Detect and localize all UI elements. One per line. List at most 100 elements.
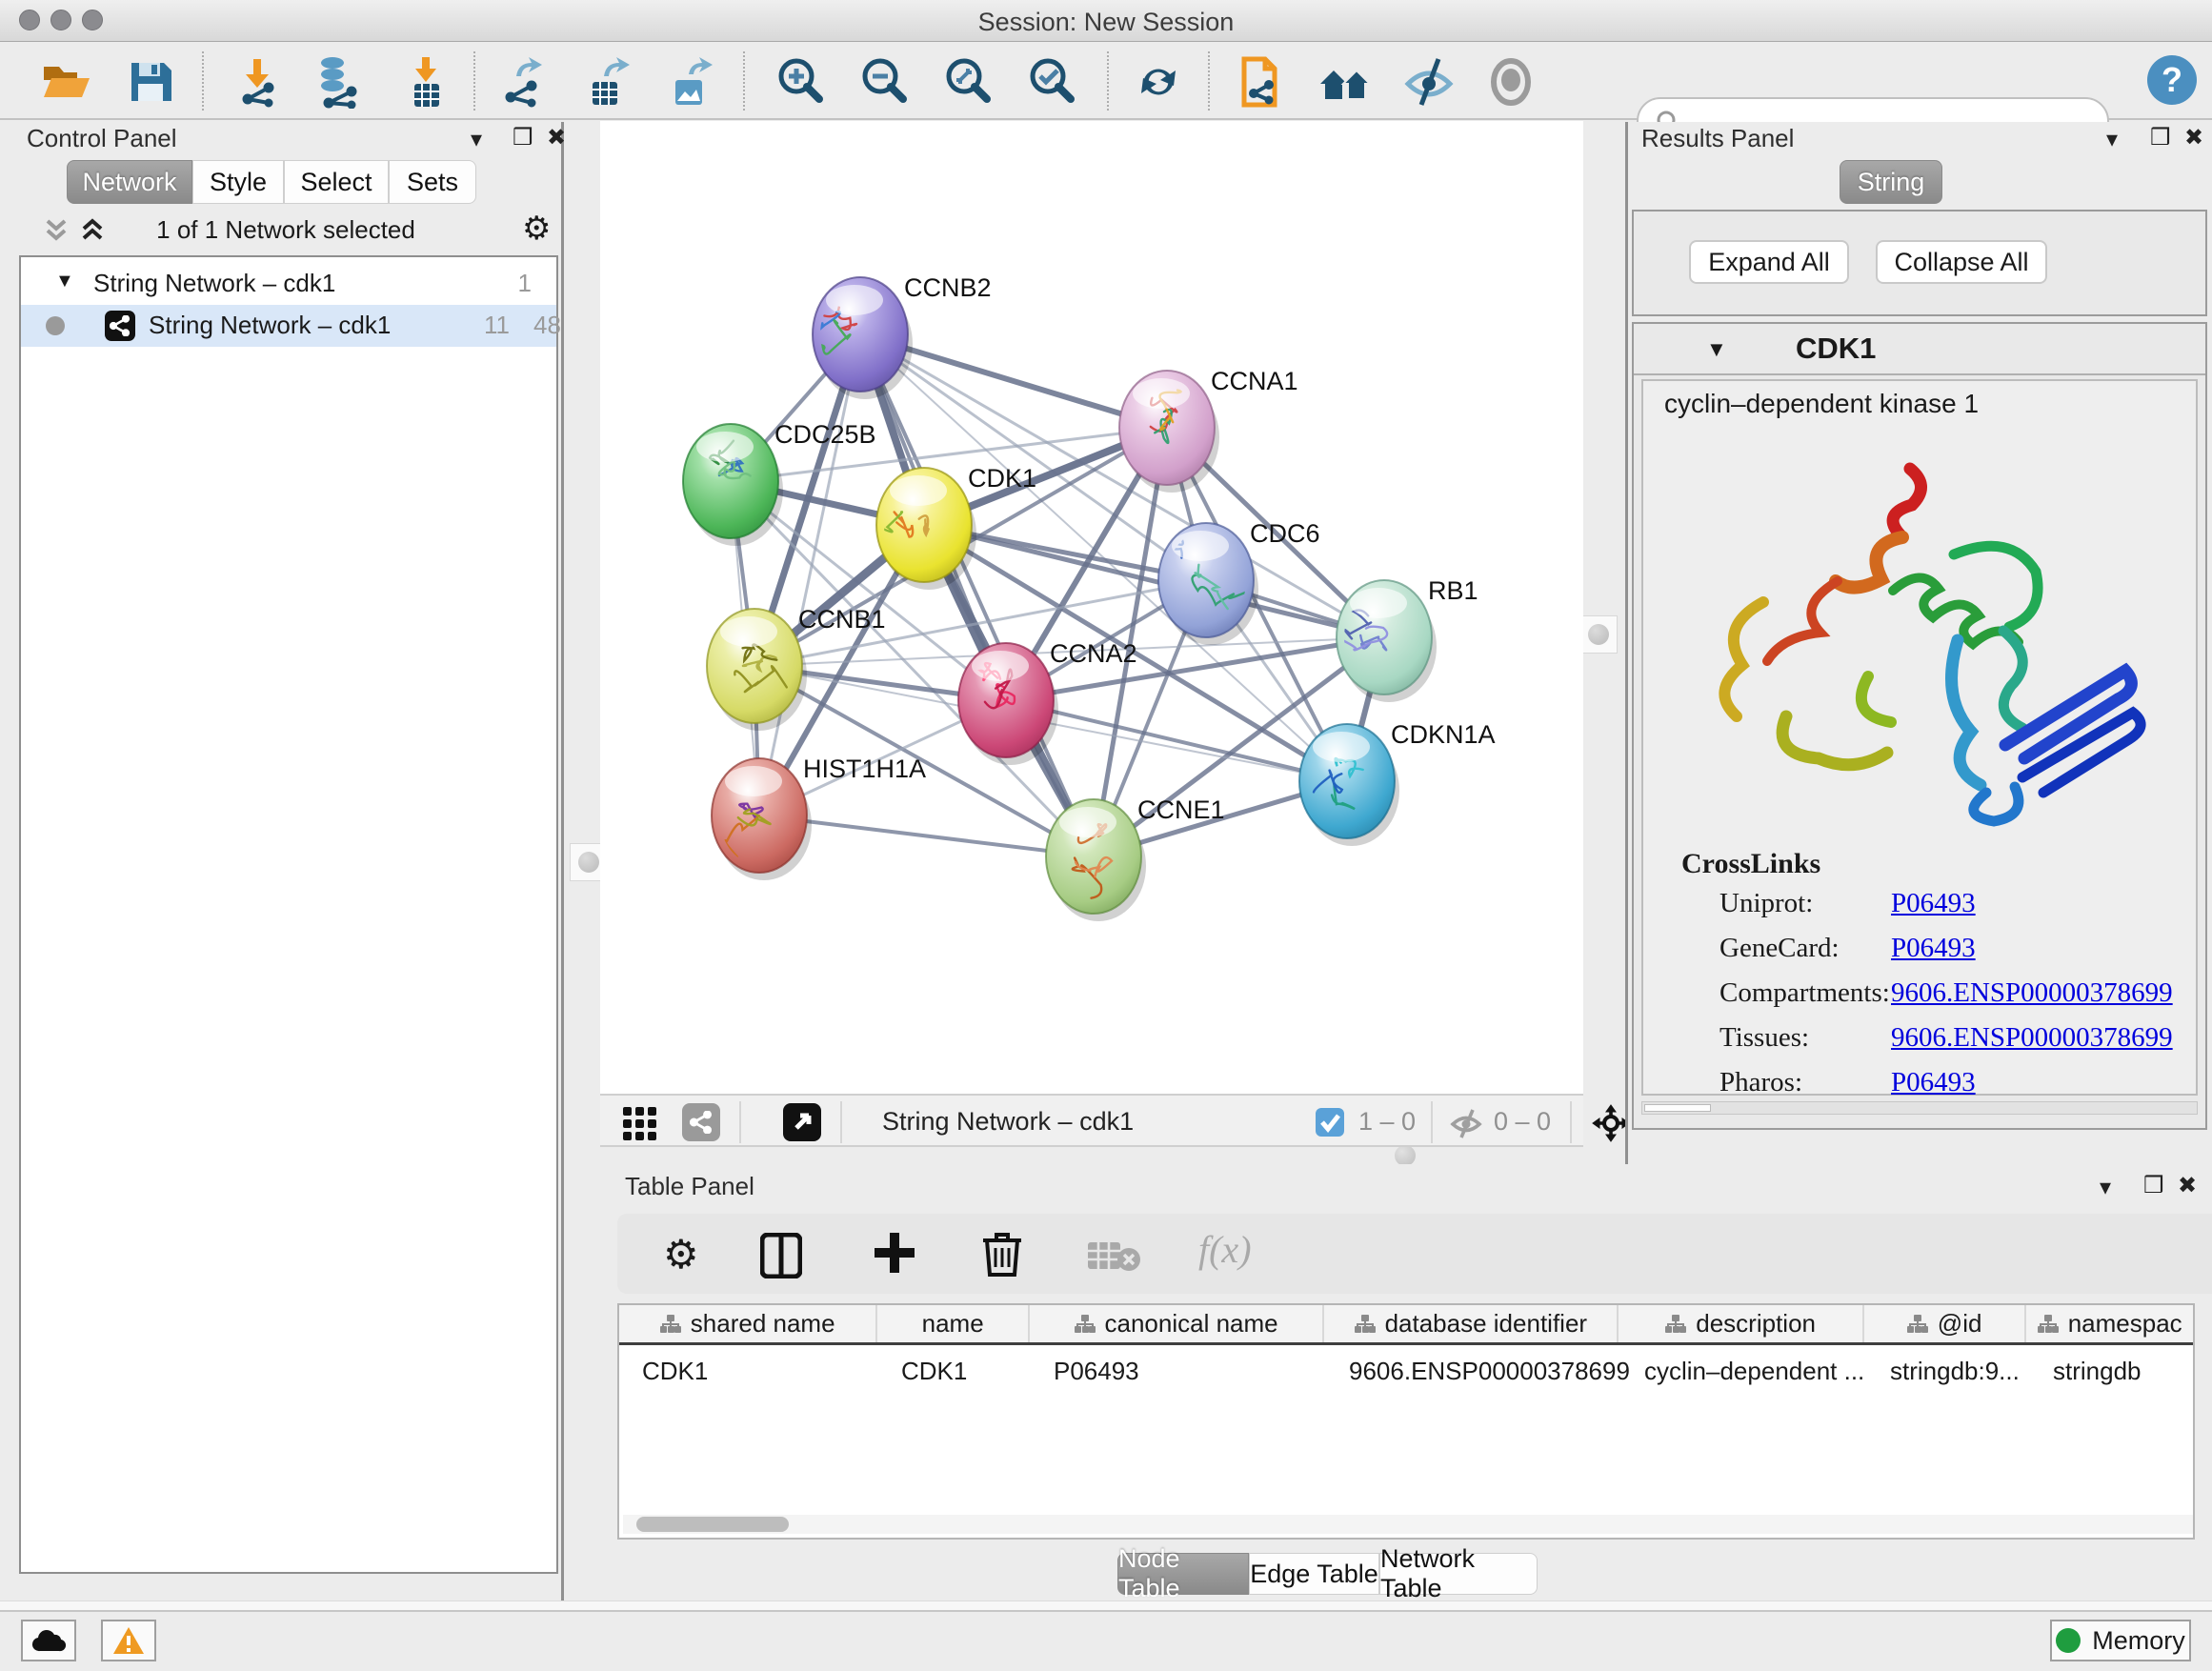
column-type-icon (1355, 1315, 1376, 1334)
tab-sets[interactable]: Sets (389, 160, 476, 204)
control-panel-float-icon[interactable]: ❒ (513, 124, 533, 151)
tab-edge-table[interactable]: Edge Table (1249, 1553, 1379, 1595)
show-columns-icon[interactable] (760, 1233, 802, 1278)
crosslink-link[interactable]: P06493 (1891, 888, 1976, 919)
delete-table-icon[interactable] (1088, 1238, 1141, 1273)
network-share-icon[interactable] (682, 1103, 720, 1141)
crosslink-link[interactable]: 9606.ENSP00000378699 (1891, 1022, 2173, 1054)
open-in-new-window-icon[interactable] (783, 1103, 821, 1141)
collection-count: 1 (518, 269, 532, 298)
collapse-all-networks-icon[interactable] (42, 215, 70, 244)
import-network-icon[interactable] (232, 55, 286, 109)
network-node-ccnb2[interactable]: CCNB2 (806, 273, 991, 399)
column-header[interactable]: shared name (619, 1305, 877, 1342)
node-label: HIST1H1A (803, 755, 926, 783)
column-header[interactable]: name (877, 1305, 1030, 1342)
network-node-rb1[interactable]: RB1 (1336, 576, 1478, 702)
network-collection-row[interactable]: ▼ String Network – cdk1 1 (21, 263, 556, 305)
table-panel-float-icon[interactable]: ❒ (2143, 1172, 2164, 1199)
bottom-splitter-grip[interactable] (1395, 1145, 1416, 1166)
network-node-ccne1[interactable]: CCNE1 (1046, 795, 1225, 921)
table-settings-gear-icon[interactable]: ⚙ (663, 1231, 699, 1278)
table-panel-close-icon[interactable]: ✖ (2178, 1172, 2197, 1199)
zoom-selected-icon[interactable] (1025, 55, 1078, 109)
network-node-hist1h1a[interactable]: HIST1H1A (712, 755, 926, 880)
import-network-database-icon[interactable] (312, 55, 365, 109)
network-view-title: String Network – cdk1 (882, 1107, 1134, 1137)
column-header[interactable]: namespac (2026, 1305, 2193, 1342)
crosslink-link[interactable]: 9606.ENSP00000378699 (1891, 977, 2173, 1009)
collapse-all-button[interactable]: Collapse All (1876, 240, 2047, 284)
zoom-out-icon[interactable] (857, 55, 911, 109)
export-image-icon[interactable] (664, 55, 717, 109)
results-scrollbar-thumb[interactable] (1644, 1104, 1711, 1112)
network-node-cdc6[interactable]: CDC6 (1158, 519, 1320, 645)
network-node-cdk1[interactable]: CDK1 (866, 464, 1036, 590)
expand-all-button[interactable]: Expand All (1689, 240, 1849, 284)
refresh-icon[interactable] (1132, 55, 1185, 109)
create-column-plus-icon[interactable] (873, 1231, 916, 1275)
zoom-in-icon[interactable] (774, 55, 827, 109)
crosslink-link[interactable]: P06493 (1891, 1067, 1976, 1098)
tab-style[interactable]: Style (192, 160, 284, 204)
export-table-icon[interactable] (581, 55, 634, 109)
right-splitter-grip[interactable] (1579, 615, 1618, 654)
network-options-gear-icon[interactable]: ⚙ (522, 210, 551, 248)
network-canvas[interactable]: CCNB2CCNA1CDC25BCDK1CDC6RB1CCNB1CCNA2CDK… (600, 121, 1583, 1094)
table-horizontal-scrollbar[interactable] (623, 1515, 2193, 1534)
hide-panel-eye-icon[interactable] (1402, 55, 1456, 109)
column-header[interactable]: description (1619, 1305, 1863, 1342)
results-panel-menu-icon[interactable]: ▾ (2106, 126, 2118, 153)
network-node-ccnb1[interactable]: CCNB1 (707, 605, 886, 731)
network-row-selected[interactable]: String Network – cdk1 11 48 (21, 305, 556, 347)
warning-icon (112, 1626, 145, 1655)
window-title: Session: New Session (0, 8, 2212, 37)
table-scrollbar-thumb[interactable] (636, 1517, 789, 1532)
column-header[interactable]: @id (1864, 1305, 2027, 1342)
control-panel-title: Control Panel (27, 124, 177, 153)
save-session-icon[interactable] (124, 55, 177, 109)
memory-button[interactable]: Memory (2050, 1620, 2191, 1661)
zoom-fit-icon[interactable] (941, 55, 995, 109)
string-network-graph[interactable]: CCNB2CCNA1CDC25BCDK1CDC6RB1CCNB1CCNA2CDK… (600, 121, 1583, 1094)
title-bar: Session: New Session (0, 0, 2212, 42)
crosslink-link[interactable]: P06493 (1891, 933, 1976, 964)
results-horizontal-scrollbar[interactable] (1641, 1101, 2198, 1115)
cloud-button[interactable] (21, 1620, 76, 1661)
warning-button[interactable] (101, 1620, 156, 1661)
export-network-icon[interactable] (497, 55, 551, 109)
collection-label: String Network – cdk1 (93, 269, 335, 298)
selected-checkbox-icon[interactable] (1315, 1107, 1345, 1137)
expand-all-networks-icon[interactable] (78, 215, 107, 244)
tab-network-table[interactable]: Network Table (1379, 1553, 1538, 1595)
network-node-cdkn1a[interactable]: CDKN1A (1299, 720, 1496, 846)
show-panel-eye-icon[interactable] (1484, 55, 1538, 109)
import-table-icon[interactable] (399, 55, 452, 109)
cdk1-collapse-icon[interactable]: ▼ (1706, 337, 1727, 362)
delete-column-trash-icon[interactable] (981, 1229, 1023, 1277)
open-session-icon[interactable] (40, 55, 93, 109)
network-node-cdc25b[interactable]: CDC25B (683, 420, 876, 546)
function-builder-icon[interactable]: f(x) (1198, 1227, 1252, 1272)
help-icon[interactable]: ? (2143, 51, 2197, 105)
string-import-icon[interactable] (1235, 55, 1288, 109)
column-header[interactable]: canonical name (1030, 1305, 1324, 1342)
column-type-icon (1907, 1315, 1928, 1334)
results-panel-close-icon[interactable]: ✖ (2184, 124, 2203, 151)
control-panel-close-icon[interactable]: ✖ (547, 124, 566, 151)
cell-id: stringdb:9... (1890, 1357, 2020, 1386)
home-icon[interactable] (1318, 55, 1372, 109)
control-panel-menu-icon[interactable]: ▾ (471, 126, 482, 153)
tab-network[interactable]: Network (67, 160, 192, 204)
tab-node-table[interactable]: Node Table (1117, 1553, 1249, 1595)
network-node-ccna1[interactable]: CCNA1 (1119, 367, 1298, 493)
column-header[interactable]: database identifier (1324, 1305, 1619, 1342)
hidden-eye-slash-icon[interactable] (1450, 1107, 1482, 1139)
results-panel-float-icon[interactable]: ❒ (2150, 124, 2171, 151)
tab-select[interactable]: Select (284, 160, 389, 204)
tab-string[interactable]: String (1840, 160, 1942, 204)
column-type-icon (2038, 1315, 2059, 1334)
table-panel-menu-icon[interactable]: ▾ (2100, 1174, 2111, 1201)
collection-expand-icon[interactable]: ▼ (55, 271, 74, 292)
birds-eye-grid-icon[interactable] (623, 1107, 657, 1141)
